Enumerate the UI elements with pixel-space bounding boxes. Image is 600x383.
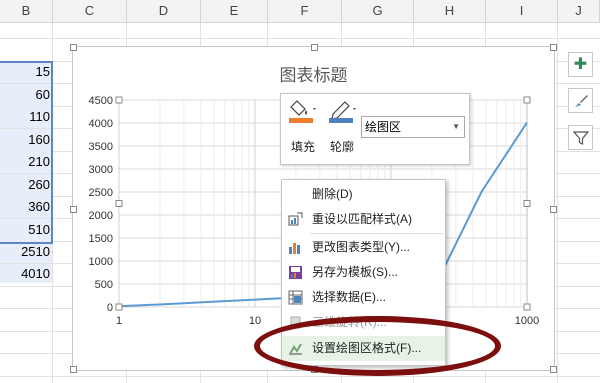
column-label: D <box>158 3 169 18</box>
column-header-c[interactable]: C <box>53 0 127 22</box>
chart-filters-icon <box>572 129 589 146</box>
select-data-icon <box>288 290 303 305</box>
plot-area-handle[interactable] <box>115 303 123 311</box>
y-tick-label: 1000 <box>89 256 113 268</box>
range-selection-border <box>0 61 53 244</box>
column-header-d[interactable]: D <box>127 0 201 22</box>
outline-pen-icon <box>329 101 356 123</box>
fill-label: 填充 <box>291 140 316 154</box>
menu-item-label: 更改图表类型(Y)... <box>312 240 410 254</box>
column-header-b[interactable]: B <box>0 0 53 22</box>
y-tick-label: 500 <box>95 279 113 291</box>
column-header-f[interactable]: F <box>268 0 342 22</box>
column-label: G <box>372 3 383 18</box>
column-header-j[interactable]: J <box>558 0 600 22</box>
y-tick-label: 3000 <box>89 164 113 176</box>
chart-styles-button[interactable] <box>568 88 593 113</box>
menu-item-save-template[interactable]: 另存为模板(S)... <box>282 260 445 285</box>
chart-filters-button[interactable] <box>568 125 593 150</box>
plot-area-handle[interactable] <box>115 96 123 104</box>
format-mini-toolbar: 填充 轮廓 绘图区 ▼ <box>280 93 470 165</box>
menu-item-reset-style[interactable]: 重设以匹配样式(A) <box>282 207 445 232</box>
menu-item-label: 删除(D) <box>312 187 353 201</box>
chart-elements-icon: ✚ <box>573 56 588 73</box>
column-label: H <box>444 3 455 18</box>
y-tick-label: 2000 <box>89 210 113 222</box>
chart-type-icon <box>289 243 300 254</box>
chart-element-selector[interactable]: 绘图区 ▼ <box>361 116 465 138</box>
column-header-bar: B C D E F G H I J <box>0 0 600 23</box>
reset-style-icon <box>288 212 303 226</box>
y-tick-label: 1500 <box>89 233 113 245</box>
column-header-i[interactable]: I <box>486 0 558 22</box>
menu-item-select-data[interactable]: 选择数据(E)... <box>282 285 445 310</box>
x-tick-label: 1000 <box>515 315 539 327</box>
y-tick-label: 2500 <box>89 187 113 199</box>
column-header-e[interactable]: E <box>201 0 268 22</box>
dropdown-arrow-icon: ▼ <box>452 122 460 131</box>
plot-area-handle[interactable] <box>523 303 531 311</box>
column-label: B <box>21 3 31 18</box>
column-label: J <box>575 3 582 18</box>
highlight-annotation-oval <box>254 316 501 376</box>
cell-b[interactable]: 2510 <box>0 241 52 263</box>
menu-item-change-chart-type[interactable]: 更改图表类型(Y)... <box>282 235 445 260</box>
menu-item-label: 选择数据(E)... <box>312 290 386 304</box>
plot-area-handle[interactable] <box>523 96 531 104</box>
y-tick-label: 4000 <box>89 118 113 130</box>
y-tick-label: 3500 <box>89 141 113 153</box>
menu-item-delete[interactable]: 删除(D) <box>282 182 445 207</box>
cell-b[interactable]: 4010 <box>0 264 52 283</box>
chart-elements-button[interactable]: ✚ <box>568 52 593 77</box>
menu-item-label: 另存为模板(S)... <box>312 265 398 279</box>
x-tick-label: 1 <box>116 315 122 327</box>
outline-button[interactable]: 轮廓 <box>327 98 361 158</box>
column-header-g[interactable]: G <box>342 0 414 22</box>
fill-bucket-icon <box>289 100 316 123</box>
x-tick-label: 10 <box>249 315 261 327</box>
column-label: C <box>84 3 95 18</box>
menu-item-label: 重设以匹配样式(A) <box>312 212 412 226</box>
save-template-icon <box>289 266 302 279</box>
outline-label: 轮廓 <box>330 140 355 154</box>
chart-styles-icon <box>573 92 589 109</box>
column-header-h[interactable]: H <box>414 0 486 22</box>
plot-area-handle[interactable] <box>115 200 123 207</box>
column-label: F <box>300 3 309 18</box>
y-tick-label: 4500 <box>89 95 113 107</box>
column-label: I <box>519 3 524 18</box>
chart-element-selector-value: 绘图区 <box>365 120 402 134</box>
column-label: E <box>229 3 239 18</box>
y-tick-label: 0 <box>107 302 113 314</box>
fill-button[interactable]: 填充 <box>287 98 327 158</box>
plot-area-handle[interactable] <box>523 200 531 207</box>
